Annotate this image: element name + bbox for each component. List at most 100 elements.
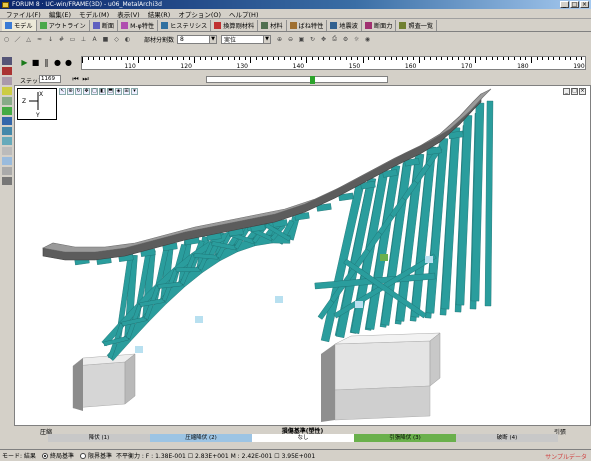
ruler-tick: [469, 57, 471, 60]
tab-force[interactable]: 断面力: [362, 20, 397, 31]
minimize-button[interactable]: _: [560, 1, 569, 8]
stack-icon[interactable]: [2, 117, 12, 125]
settings-icon[interactable]: ⚙: [341, 35, 350, 44]
pointer-icon[interactable]: [2, 57, 12, 65]
rotate-icon[interactable]: ↻: [308, 35, 317, 44]
support-icon[interactable]: △: [24, 35, 33, 44]
display-select[interactable]: 実位 ▼: [221, 34, 272, 44]
zoom-out-icon[interactable]: ⊖: [286, 35, 295, 44]
arch-bridge-model: [42, 88, 494, 422]
menu-file[interactable]: ファイル(F): [2, 9, 45, 19]
ruler-tick: [536, 57, 538, 60]
chart-icon[interactable]: [2, 137, 12, 145]
pan-icon[interactable]: ✥: [319, 35, 328, 44]
menu-edit[interactable]: 編集(E): [45, 9, 75, 19]
color-icon[interactable]: ■: [101, 35, 110, 44]
menu-help[interactable]: ヘルプ(H): [225, 9, 262, 19]
ruler-tick: [317, 57, 319, 60]
ruler-label: 110: [124, 63, 136, 70]
status-bar: モード: 結果 終局基準 限界基準 不平衡力 : F : 1.38E-001 ☐…: [0, 449, 591, 461]
text-icon[interactable]: A: [90, 35, 99, 44]
tab-check[interactable]: 照査一覧: [396, 20, 438, 31]
menu-view[interactable]: 表示(V): [113, 9, 144, 19]
load-icon[interactable]: ↓: [46, 35, 55, 44]
brush-icon[interactable]: [2, 77, 12, 85]
tab-section[interactable]: 断面: [90, 20, 119, 31]
camera-icon[interactable]: ◉: [363, 35, 372, 44]
ruler-tick: [227, 57, 229, 60]
timeline-ruler[interactable]: 110 120 130 140 150 160 170 180 190: [81, 56, 586, 70]
layer-icon[interactable]: [2, 87, 12, 95]
ruler-tick: [334, 57, 336, 60]
member-icon[interactable]: ／: [13, 35, 22, 44]
list-icon[interactable]: [2, 157, 12, 165]
material2-icon: [261, 22, 269, 29]
measure-icon[interactable]: ⊥: [79, 35, 88, 44]
ruler-tick: [558, 57, 560, 60]
option-icon[interactable]: [2, 177, 12, 185]
step-input[interactable]: 1169: [39, 75, 61, 83]
ruler-tick: [110, 57, 112, 60]
color-bar-icon[interactable]: [2, 107, 12, 115]
fit-icon[interactable]: ▣: [297, 35, 306, 44]
close-button[interactable]: ×: [580, 1, 589, 8]
model-viewport[interactable]: X Z Y ↖ ⊕ ↻ ✥ ▢ ◧ ⬒ ◈ ⊞ ▾ _ □ ×: [14, 85, 591, 426]
group-icon[interactable]: ◇: [112, 35, 121, 44]
ruler-tick: [300, 57, 302, 60]
tab-conv-material[interactable]: 換算剛材料: [211, 20, 259, 31]
radio-limit[interactable]: [79, 452, 86, 459]
ruler-tick: [171, 57, 173, 60]
menu-model[interactable]: モデル(M): [75, 9, 113, 19]
graph-icon[interactable]: [2, 147, 12, 155]
ruler-tick: [93, 57, 95, 60]
property-icon[interactable]: [2, 167, 12, 175]
menu-result[interactable]: 結果(R): [144, 9, 175, 19]
division-select[interactable]: 8 ▼: [177, 34, 218, 44]
chevron-down-icon: ▼: [209, 35, 217, 43]
node-icon[interactable]: ○: [2, 35, 11, 44]
m-phi-icon: [121, 22, 129, 29]
tab-wave[interactable]: 地震波: [327, 20, 362, 31]
ruler-tick: [373, 57, 375, 60]
hide-icon[interactable]: ◐: [123, 35, 132, 44]
light-icon[interactable]: ☼: [352, 35, 361, 44]
pen-icon[interactable]: [2, 67, 12, 75]
zoom-in-icon[interactable]: ⊕: [275, 35, 284, 44]
ruler-tick: [519, 57, 521, 60]
ruler-tick: [474, 57, 476, 63]
tab-material[interactable]: 材料: [258, 20, 287, 31]
ruler-tick: [457, 57, 459, 60]
unbalance-values: 不平衡力 : F : 1.38E-001 ☐ 2.83E+001 M : 2.4…: [115, 453, 316, 460]
ruler-label: 170: [460, 63, 473, 70]
print-icon[interactable]: ⎙: [330, 35, 339, 44]
menu-option[interactable]: オプション(O): [174, 9, 225, 19]
spring-icon: [289, 22, 297, 29]
ruler-label: 120: [180, 63, 192, 70]
ruler-tick: [356, 57, 358, 60]
tab-m-phi[interactable]: M-φ特性: [118, 20, 159, 31]
tab-model[interactable]: モデル: [2, 20, 37, 31]
select-icon[interactable]: ▭: [68, 35, 77, 44]
frame-slider[interactable]: [206, 76, 388, 84]
table-icon[interactable]: [2, 127, 12, 135]
grid-icon[interactable]: #: [57, 35, 66, 44]
select-node-icon[interactable]: [2, 97, 12, 105]
spring-tool-icon[interactable]: ≈: [35, 35, 44, 44]
ruler-tick: [267, 57, 269, 60]
tab-spring[interactable]: ばね特性: [287, 20, 328, 31]
tab-outline[interactable]: アウトライン: [37, 20, 90, 31]
record2-icon[interactable]: ●: [64, 58, 73, 67]
ruler-label: 130: [236, 63, 248, 70]
pause-icon[interactable]: ‖: [42, 58, 51, 67]
record-icon[interactable]: ●: [53, 58, 62, 67]
stop-icon[interactable]: ■: [31, 58, 40, 67]
first-frame-icon[interactable]: ⏮: [71, 75, 80, 84]
last-frame-icon[interactable]: ⏭: [81, 75, 90, 84]
yield-marker: [275, 296, 283, 303]
slider-thumb[interactable]: [309, 76, 315, 84]
maximize-button[interactable]: □: [570, 1, 579, 8]
radio-ultimate[interactable]: [41, 452, 48, 459]
play-icon[interactable]: ▶: [20, 58, 29, 67]
tab-hysteresis[interactable]: ヒステリシス: [158, 20, 212, 31]
ruler-tick: [435, 57, 437, 60]
